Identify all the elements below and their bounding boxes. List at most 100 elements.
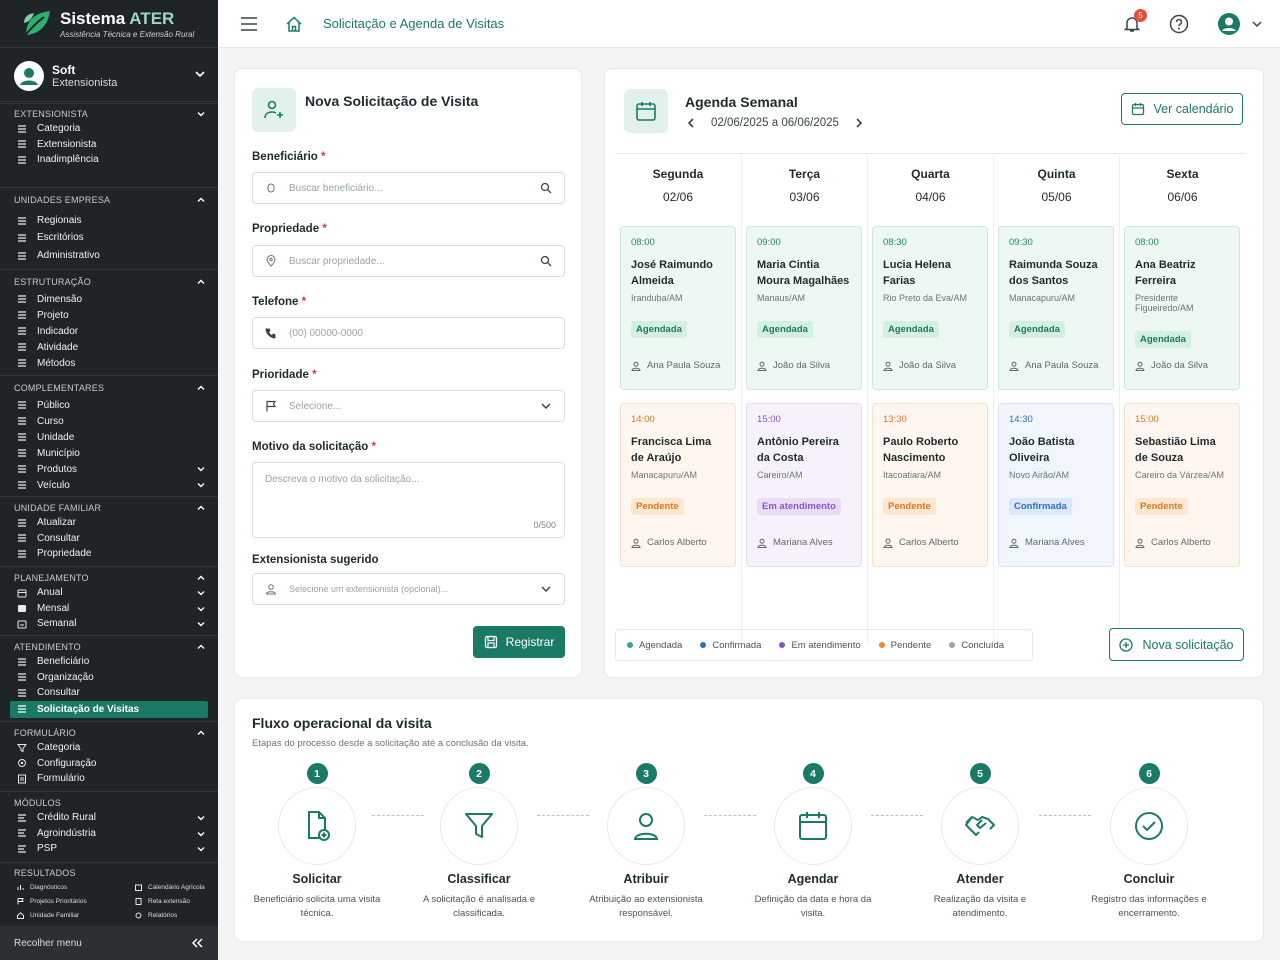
- sidebar-item-psp[interactable]: PSP: [0, 841, 218, 857]
- chevron-up-icon: [197, 505, 205, 510]
- chevron-right-icon[interactable]: [853, 117, 865, 129]
- chevron-up-icon: [197, 279, 205, 284]
- help-icon[interactable]: [1169, 14, 1189, 34]
- calendar-icon: [1131, 103, 1144, 116]
- status-badge: Pendente: [1135, 498, 1188, 515]
- home-icon[interactable]: [285, 15, 303, 33]
- sidebar-item-configuracao[interactable]: Configuração: [0, 756, 218, 772]
- appointment-card[interactable]: 14:00 Francisca Lima de Araújo Manacapuru/…: [620, 403, 736, 567]
- sidebar-item-curso[interactable]: Curso: [0, 413, 218, 429]
- chevron-down-icon: [197, 112, 205, 117]
- sidebar-item-administrativo[interactable]: Administrativo: [0, 247, 218, 265]
- sidebar-item-veiculo[interactable]: Veículo: [0, 477, 218, 493]
- sidebar-item-agroindustria[interactable]: Agroindústria: [0, 826, 218, 842]
- check-circle-icon: [1135, 812, 1163, 840]
- sidebar-item-indicador[interactable]: Indicador: [0, 323, 218, 339]
- sidebar-item-consultar-atendimento[interactable]: Consultar: [0, 685, 218, 701]
- appointment-card[interactable]: 08:00 José Raimundo Almeida Iranduba/AM Age…: [620, 226, 736, 390]
- appointment-extensionist: João da Silva: [1135, 360, 1208, 371]
- sidebar-item-regionais[interactable]: Regionais: [0, 213, 218, 229]
- status-badge: Agendada: [1009, 321, 1065, 338]
- appointment-card[interactable]: 09:30 Raimunda Souza dos Santos Manacapuru…: [998, 226, 1114, 390]
- extensionista-select[interactable]: Selecione um extensionista (opcional)...: [252, 573, 565, 605]
- sidebar-item-categoria[interactable]: Categoria: [0, 121, 218, 137]
- user-avatar-icon: [20, 67, 38, 85]
- sidebar-item-produtos[interactable]: Produtos: [0, 461, 218, 477]
- section-header[interactable]: ATENDIMENTO: [0, 640, 218, 654]
- appointment-extensionist: João da Silva: [883, 360, 956, 371]
- appointment-card[interactable]: 15:00 Sebastião Lima de Souza Careiro da V…: [1124, 403, 1240, 567]
- person-icon: [1009, 538, 1019, 548]
- agenda-title: Agenda Semanal: [685, 94, 798, 110]
- sidebar-item-diagnosticos[interactable]: Diagnósticos: [17, 882, 135, 893]
- section-header[interactable]: ESTRUTURAÇÃO: [0, 275, 218, 289]
- status-badge: Em atendimento: [757, 498, 841, 515]
- sidebar-item-relatorios[interactable]: Relatórios: [135, 910, 235, 921]
- section-header[interactable]: COMPLEMENTARES: [0, 381, 218, 395]
- appointment-card[interactable]: 09:00 Maria Cintia Moura Magalhães Manaus/…: [746, 226, 862, 390]
- sidebar-item-credito-rural[interactable]: Crédito Rural: [0, 810, 218, 826]
- section-header[interactable]: EXTENSIONISTA: [0, 107, 218, 121]
- user-menu[interactable]: Soft Extensionista: [0, 50, 218, 102]
- sidebar-item-formulario[interactable]: Formulário: [0, 771, 218, 787]
- appointment-card[interactable]: 13:30 Paulo Roberto Nascimento Itacoatiara…: [872, 403, 988, 567]
- prioridade-select[interactable]: Selecione...: [252, 390, 565, 422]
- appointment-card[interactable]: 15:00 Antônio Pereira da Costa Careiro/AM E…: [746, 403, 862, 567]
- sidebar-item-publico[interactable]: Público: [0, 397, 218, 413]
- day-date: 05/06: [1041, 190, 1072, 204]
- hamburger-menu-icon[interactable]: [240, 16, 258, 32]
- sidebar-item-dimensao[interactable]: Dimensão: [0, 291, 218, 307]
- sidebar-item-calendario-agricola[interactable]: Calendário Agrícola: [135, 882, 235, 893]
- new-request-button[interactable]: Nova solicitação: [1109, 628, 1244, 661]
- sidebar-item-metodos[interactable]: Métodos: [0, 355, 218, 371]
- collapse-menu-button[interactable]: Recolher menu: [0, 926, 218, 960]
- sidebar-item-beneficiario[interactable]: Beneficiário: [0, 654, 218, 670]
- sidebar-item-escritorios[interactable]: Escritórios: [0, 229, 218, 247]
- chevron-down-icon[interactable]: [194, 68, 206, 80]
- sidebar-item-anual[interactable]: Anual: [0, 585, 218, 601]
- sidebar-item-form-categoria[interactable]: Categoria: [0, 740, 218, 756]
- section-header[interactable]: UNIDADE FAMILIAR: [0, 501, 218, 515]
- sidebar-item-atualizar[interactable]: Atualizar: [0, 515, 218, 531]
- chevron-down-icon[interactable]: [1251, 18, 1263, 30]
- sidebar-item-projeto[interactable]: Projeto: [0, 307, 218, 323]
- calendar-icon: [17, 589, 27, 598]
- register-button[interactable]: Registrar: [473, 626, 565, 658]
- sidebar-item-res-unidade-familiar[interactable]: Unidade Familiar: [17, 910, 135, 921]
- appointment-card[interactable]: 08:30 Lucia Helena Farias Rio Preto da Eva…: [872, 226, 988, 390]
- section-header[interactable]: PLANEJAMENTO: [0, 571, 218, 585]
- chevron-left-icon[interactable]: [685, 117, 697, 129]
- section-header[interactable]: FORMULÁRIO: [0, 726, 218, 740]
- section-header[interactable]: UNIDADES EMPRESA: [0, 193, 218, 207]
- breadcrumb[interactable]: Solicitação e Agenda de Visitas: [323, 16, 504, 31]
- appointment-card[interactable]: 08:00 Ana Beatriz Ferreira Presidente Figu…: [1124, 226, 1240, 390]
- flow-step: 2 Classificar A solicitação é analisada e …: [404, 763, 554, 921]
- status-badge: Confirmada: [1009, 498, 1072, 515]
- appointment-card[interactable]: 14:30 João Batista Oliveira Novo Airão/AM C…: [998, 403, 1114, 567]
- search-icon[interactable]: [540, 182, 552, 194]
- section-modulos: MÓDULOS Crédito Rural Agroindústria PSP: [0, 796, 218, 857]
- sidebar-item-consultar[interactable]: Consultar: [0, 531, 218, 547]
- search-icon[interactable]: [540, 255, 552, 267]
- sidebar-item-solicitacao-visitas[interactable]: Solicitação de Visitas: [10, 700, 208, 718]
- sidebar-item-semanal[interactable]: Semanal: [0, 616, 218, 632]
- list-icon: [18, 327, 26, 335]
- sidebar-item-mensal[interactable]: Mensal: [0, 601, 218, 617]
- beneficiario-search-input[interactable]: Buscar beneficiário...: [252, 172, 565, 204]
- sidebar: Sistema ATER Assistência Técnica e Exten…: [0, 0, 218, 960]
- sidebar-item-projetos-prioritarios[interactable]: Projetos Prioritários: [17, 896, 135, 907]
- propriedade-search-input[interactable]: Buscar propriedade...: [252, 245, 565, 277]
- sidebar-item-inadimplencia[interactable]: Inadimplência: [0, 152, 218, 168]
- view-calendar-button[interactable]: Ver calendário: [1121, 93, 1243, 125]
- sidebar-item-unidade[interactable]: Unidade: [0, 429, 218, 445]
- sidebar-item-municipio[interactable]: Município: [0, 445, 218, 461]
- telefone-input[interactable]: (00) 00000-0000: [252, 317, 565, 349]
- chevron-up-icon: [197, 644, 205, 649]
- sidebar-item-reta-extensao[interactable]: Reta extensão: [135, 896, 235, 907]
- motivo-textarea[interactable]: Descreva o motivo da solicitação... 0/50…: [252, 462, 565, 538]
- sidebar-item-extensionista[interactable]: Extensionista: [0, 137, 218, 153]
- user-avatar-icon[interactable]: [1217, 12, 1241, 36]
- sidebar-item-atividade[interactable]: Atividade: [0, 339, 218, 355]
- sidebar-item-organizacao[interactable]: Organização: [0, 670, 218, 686]
- sidebar-item-propriedade[interactable]: Propriedade: [0, 546, 218, 562]
